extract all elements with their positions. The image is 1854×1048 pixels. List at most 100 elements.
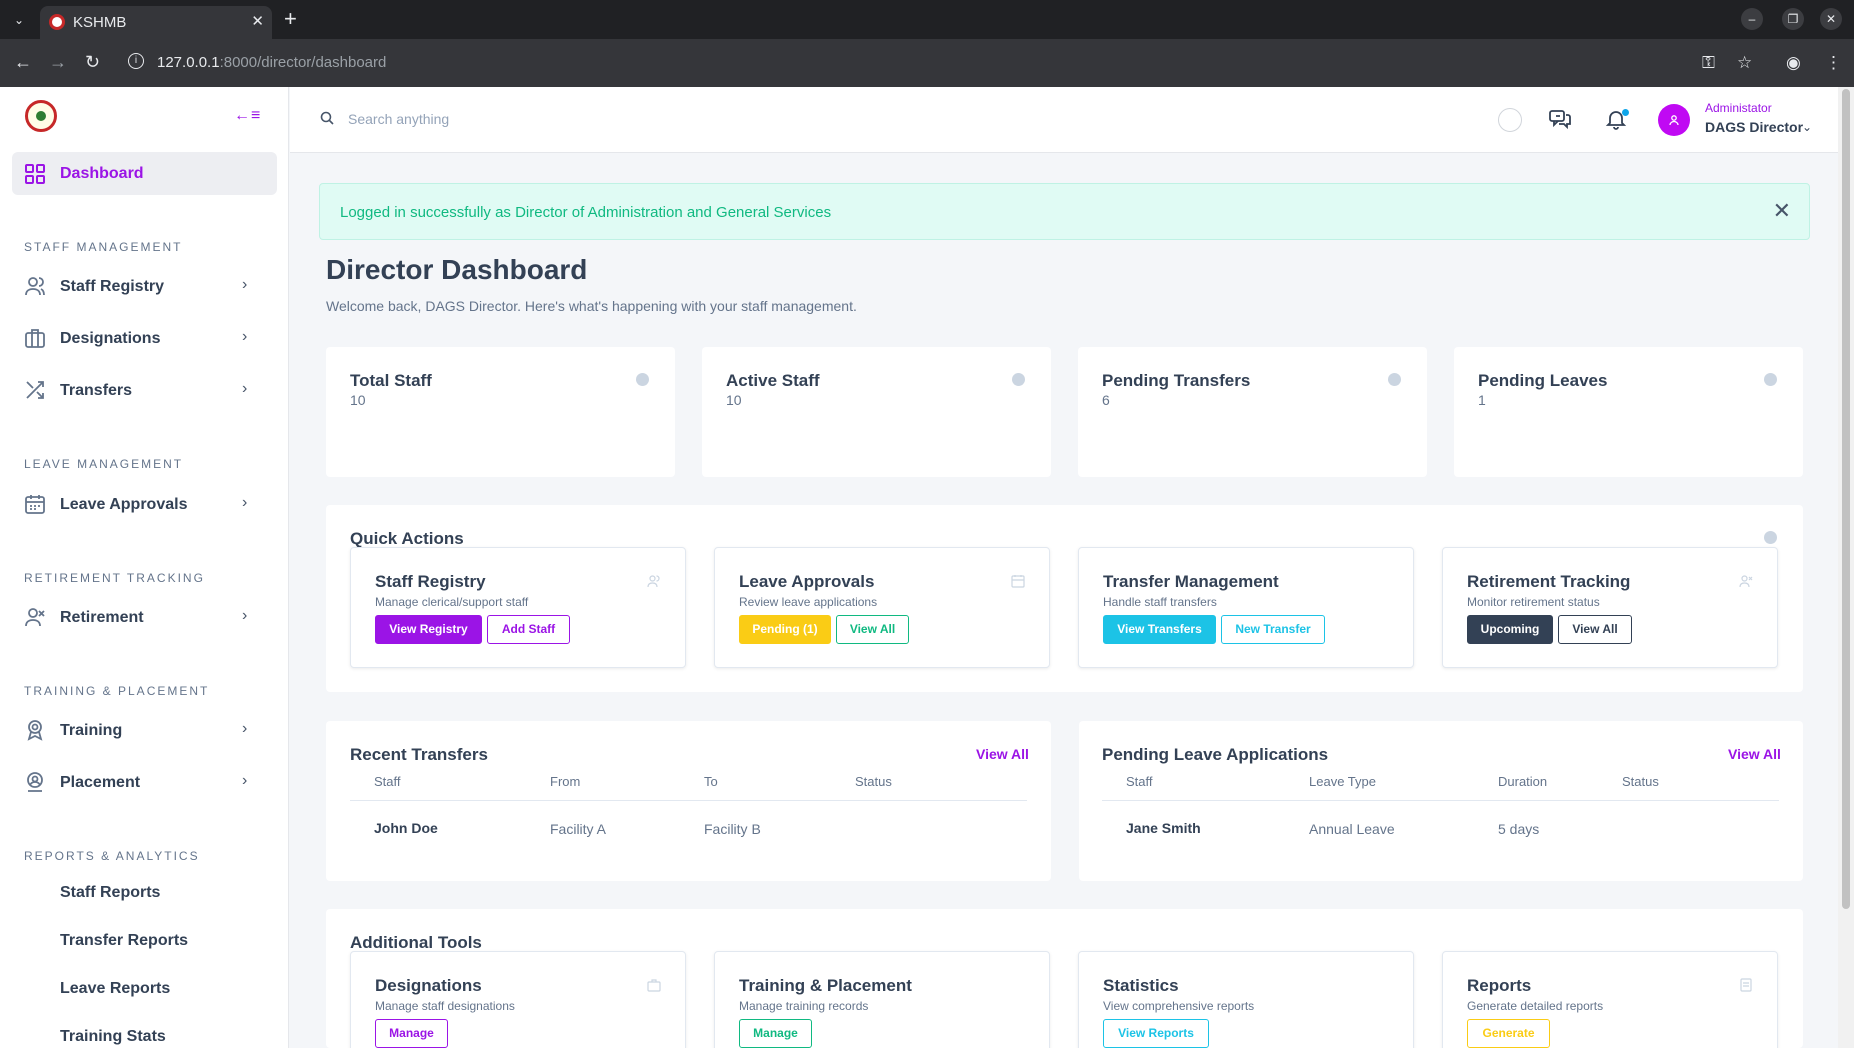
restore-icon[interactable]: ❐ [1782,8,1804,30]
messages-icon[interactable] [1548,107,1572,131]
stat-value: 6 [1102,392,1110,408]
column-header[interactable]: From [550,774,580,789]
stat-value: 1 [1478,392,1486,408]
chevron-right-icon: › [242,720,248,737]
sidebar-item-transfers[interactable]: Transfers › [24,375,264,405]
table-cell: John Doe [374,820,438,836]
info-icon[interactable] [1764,531,1777,544]
sidebar-item-label: Staff Registry [60,278,165,295]
page-title: Director Dashboard [326,254,588,285]
site-info-icon[interactable]: i [128,53,144,69]
scroll-thumb[interactable] [1842,89,1850,909]
column-header[interactable]: Leave Type [1309,774,1376,789]
top-header: Administator DAGS Director ⌄ [290,87,1838,153]
password-key-icon[interactable]: ⚿ [1702,53,1715,73]
browser-tab[interactable]: KSHMB ✕ [40,6,272,39]
column-header[interactable]: To [704,774,718,789]
column-header[interactable]: Status [855,774,892,789]
additional-tools-panel: Additional Tools Designations Manage sta… [326,909,1803,1048]
user-pin-icon [27,772,43,792]
sidebar-item-training[interactable]: Training › [24,715,264,745]
user-role: Administator [1705,101,1772,115]
quick-actions-panel: Quick Actions Staff Registry Manage cler… [326,505,1803,692]
user-icon [1669,115,1679,126]
sidebar-item-training-stats[interactable]: Training Stats [60,1028,166,1046]
quick-card-staff-registry: Staff Registry Manage clerical/support s… [350,547,686,668]
sidebar-item-leave-reports[interactable]: Leave Reports [60,980,170,998]
forward-icon[interactable]: → [49,52,67,73]
view-all-leaves-link[interactable]: View All [1728,746,1781,762]
chevron-right-icon: › [242,276,248,293]
info-icon[interactable] [1764,373,1777,386]
bookmark-star-icon[interactable]: ☆ [1737,53,1752,73]
view-all-retirements-button[interactable]: View All [1558,615,1632,644]
add-staff-button[interactable]: Add Staff [487,615,570,644]
column-header[interactable]: Staff [374,774,401,789]
view-registry-button[interactable]: View Registry [375,615,482,644]
sidebar-item-staff-reports[interactable]: Staff Reports [60,884,160,902]
new-transfer-button[interactable]: New Transfer [1221,615,1325,644]
card-description: Monitor retirement status [1467,595,1600,609]
close-icon[interactable]: ✕ [1773,198,1791,224]
sidebar: ←≡ Dashboard STAFF MANAGEMENT Staff Regi… [0,87,289,1048]
users-icon [647,575,660,588]
pending-leaves-button[interactable]: Pending (1) [739,615,831,644]
tab-close-icon[interactable]: ✕ [251,12,264,30]
user-name[interactable]: DAGS Director [1705,119,1803,135]
back-icon[interactable]: ← [14,52,32,73]
pending-leaves-panel: Pending Leave Applications View All Staf… [1079,721,1803,881]
stat-card-pending-leaves: Pending Leaves 1 [1454,347,1803,477]
view-all-leaves-button[interactable]: View All [836,615,909,644]
generate-report-button[interactable]: Generate [1467,1019,1550,1048]
table-cell: Jane Smith [1126,820,1201,836]
sidebar-item-retirement[interactable]: Retirement › [24,602,264,632]
new-tab-icon[interactable]: + [284,6,297,32]
reload-icon[interactable]: ↻ [85,52,100,73]
sidebar-item-placement[interactable]: Placement › [24,767,264,797]
quick-card-transfer-management: Transfer Management Handle staff transfe… [1078,547,1414,668]
quick-card-leave-approvals: Leave Approvals Review leave application… [714,547,1050,668]
search-input[interactable] [348,107,748,131]
stat-title: Active Staff [726,371,820,390]
view-reports-button[interactable]: View Reports [1103,1019,1209,1048]
table-divider [1102,800,1779,801]
column-header[interactable]: Status [1622,774,1659,789]
theme-toggle[interactable] [1498,108,1522,132]
panel-title: Recent Transfers [350,745,488,764]
column-header[interactable]: Staff [1126,774,1153,789]
collapse-sidebar-icon[interactable]: ←≡ [234,107,261,125]
manage-training-button[interactable]: Manage [739,1019,812,1048]
scrollbar[interactable] [1838,87,1854,1048]
chevron-down-icon[interactable]: ⌄ [1802,120,1812,134]
manage-designations-button[interactable]: Manage [375,1019,448,1048]
info-icon[interactable] [1388,373,1401,386]
logo [25,100,57,132]
browser-menu-icon[interactable]: ⋮ [1825,53,1842,73]
url-text: 127.0.0.1:8000/director/dashboard [157,54,387,71]
tool-card-statistics: Statistics View comprehensive reports Vi… [1078,951,1414,1048]
card-title: Statistics [1103,976,1179,995]
window-close-icon[interactable]: ✕ [1820,8,1842,30]
award-icon [27,720,43,741]
sidebar-item-leave-approvals[interactable]: Leave Approvals › [24,489,264,519]
stat-value: 10 [726,392,742,408]
card-description: Manage clerical/support staff [375,595,529,609]
view-transfers-button[interactable]: View Transfers [1103,615,1216,644]
column-header[interactable]: Duration [1498,774,1547,789]
url-field[interactable]: i 127.0.0.1:8000/director/dashboard [120,46,1690,80]
sidebar-item-transfer-reports[interactable]: Transfer Reports [60,932,188,950]
tab-search-icon[interactable]: ⌄ [8,9,30,31]
info-icon[interactable] [1012,373,1025,386]
sidebar-item-designations[interactable]: Designations › [24,323,264,353]
upcoming-retirements-button[interactable]: Upcoming [1467,615,1553,644]
sidebar-item-label: Placement [60,774,141,791]
view-all-transfers-link[interactable]: View All [976,746,1029,762]
info-icon[interactable] [636,373,649,386]
profile-icon[interactable]: ◉ [1786,53,1801,73]
sidebar-item-dashboard[interactable]: Dashboard [12,152,277,195]
minimize-icon[interactable]: – [1741,8,1763,30]
sidebar-item-staff-registry[interactable]: Staff Registry › [24,271,264,301]
success-alert: Logged in successfully as Director of Ad… [319,183,1810,240]
table-cell: 5 days [1498,821,1540,837]
avatar[interactable] [1658,104,1690,136]
